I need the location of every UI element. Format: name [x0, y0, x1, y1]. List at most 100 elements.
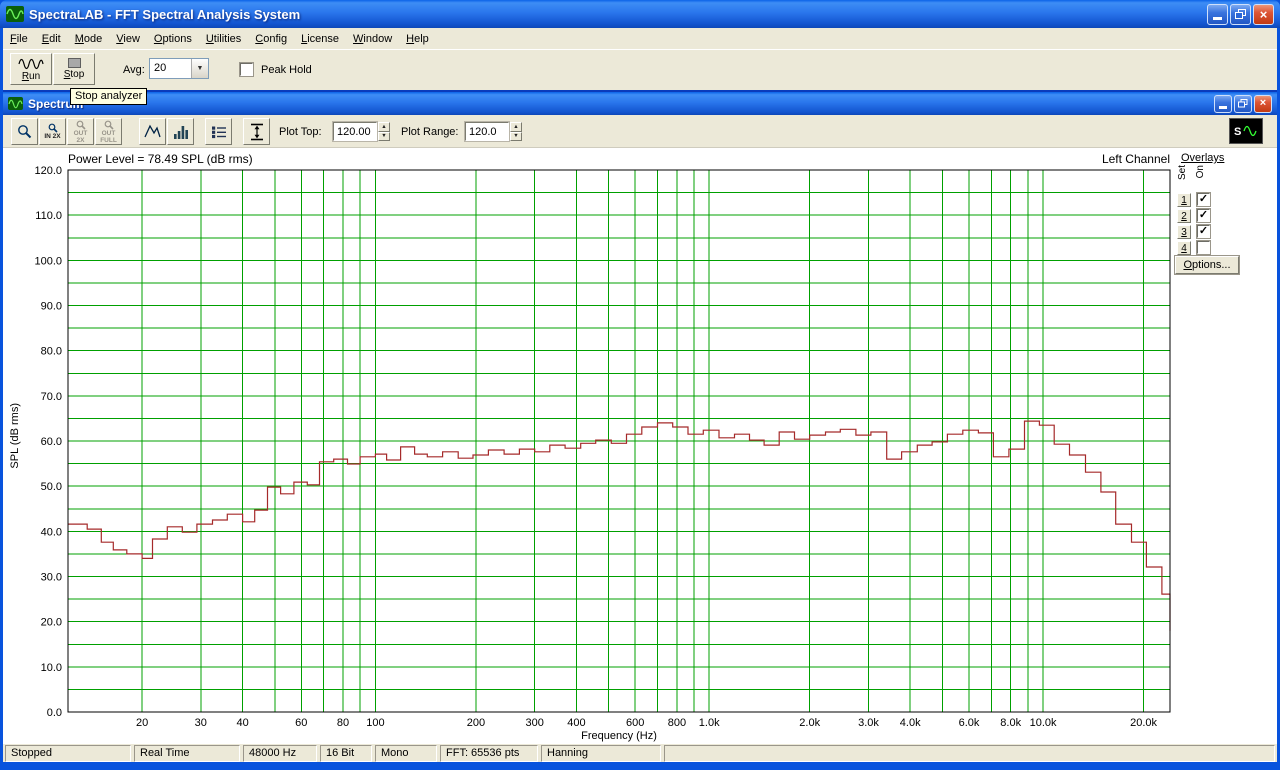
window-title: SpectraLAB - FFT Spectral Analysis Syste…	[29, 6, 301, 22]
line-plot-icon	[144, 124, 161, 138]
overlay-row-2: 2 ✓	[1177, 208, 1211, 223]
line-plot-button[interactable]	[139, 118, 166, 145]
spectrum-minimize-button[interactable]	[1214, 94, 1232, 113]
status-mode: Real Time	[134, 745, 240, 762]
dropdown-arrow-icon[interactable]: ▼	[191, 59, 208, 78]
overlay-set-1-button[interactable]: 1	[1177, 192, 1191, 207]
status-fft-size: FFT: 65536 pts	[440, 745, 538, 762]
svg-text:4.0k: 4.0k	[900, 717, 921, 729]
spectrum-window-controls: ×	[1214, 94, 1272, 113]
overlay-set-2-button[interactable]: 2	[1177, 208, 1191, 223]
overlay-set-4-button[interactable]: 4	[1177, 240, 1191, 255]
menu-edit[interactable]: Edit	[35, 30, 68, 48]
overlay-on-3-checkbox[interactable]: ✓	[1196, 224, 1211, 239]
overlay-on-1-checkbox[interactable]: ✓	[1196, 192, 1211, 207]
svg-text:40: 40	[236, 717, 248, 729]
svg-text:20.0k: 20.0k	[1130, 717, 1157, 729]
signal-source-button[interactable]: S	[1229, 118, 1263, 144]
run-button[interactable]: Run	[10, 53, 52, 85]
menu-license[interactable]: License	[294, 30, 346, 48]
avg-value: 20	[154, 62, 167, 74]
bar-plot-button[interactable]	[167, 118, 194, 145]
display-list-icon	[211, 126, 226, 138]
overlay-row-4: 4	[1177, 240, 1211, 255]
y-axis-title: SPL (dB rms)	[9, 403, 21, 469]
svg-text:800: 800	[668, 717, 686, 729]
magnifier-full-icon	[104, 120, 114, 130]
spectrum-plot[interactable]: 0.0 10.0 20.0 30.0 40.0 50.0 60.0 70.0 80.0 90.0 1…	[3, 150, 1277, 746]
magnifier-in-icon	[48, 123, 58, 133]
restore-button[interactable]	[1230, 3, 1251, 25]
zoom-out-full-button[interactable]: OUT FULL	[95, 118, 122, 145]
overlay-on-4-checkbox[interactable]	[1196, 240, 1211, 255]
plot-top-up-icon[interactable]: ▲	[378, 122, 390, 132]
plot-top-input[interactable]: 120.00	[332, 121, 378, 142]
svg-text:80: 80	[337, 717, 349, 729]
window-controls: ×	[1207, 3, 1274, 25]
svg-text:0.0: 0.0	[47, 707, 62, 719]
peak-hold-checkbox[interactable]	[239, 62, 254, 77]
spectrum-close-button[interactable]: ×	[1254, 94, 1272, 113]
svg-text:200: 200	[467, 717, 485, 729]
run-label: Run	[21, 70, 41, 82]
svg-text:20: 20	[136, 717, 148, 729]
menu-mode[interactable]: Mode	[68, 30, 110, 48]
restore-icon	[1238, 99, 1248, 108]
spectrum-titlebar[interactable]: Spectrum ×	[3, 92, 1277, 115]
magnifier-out-icon	[76, 120, 86, 130]
status-bit-depth: 16 Bit	[320, 745, 372, 762]
fit-vertical-button[interactable]	[243, 118, 270, 145]
overlays-set-header: Set	[1177, 165, 1188, 181]
client-area: File Edit Mode View Options Utilities Co…	[3, 28, 1277, 762]
svg-text:20.0: 20.0	[41, 617, 62, 629]
plot-top-label: Plot Top:	[279, 126, 322, 138]
menu-view[interactable]: View	[109, 30, 147, 48]
bar-plot-icon	[173, 125, 188, 139]
zoom-in-2x-label: IN 2X	[44, 133, 61, 140]
stop-label: Stop	[63, 69, 85, 80]
spectrum-window: Spectrum × IN 2X OUT 2X OUT FULL Plot To…	[3, 90, 1277, 746]
zoom-out-2x-button[interactable]: OUT 2X	[67, 118, 94, 145]
plot-range-input[interactable]: 120.0	[464, 121, 510, 142]
plot-range-spinner: 120.0 ▲ ▼	[464, 121, 522, 142]
svg-text:10.0k: 10.0k	[1030, 717, 1057, 729]
titlebar[interactable]: SpectraLAB - FFT Spectral Analysis Syste…	[0, 0, 1280, 28]
spectrum-restore-button[interactable]	[1234, 94, 1252, 113]
statusbar: Stopped Real Time 48000 Hz 16 Bit Mono F…	[3, 744, 1277, 762]
zoom-cursor-button[interactable]	[11, 118, 38, 145]
svg-text:Frequency (Hz): Frequency (Hz)	[581, 730, 657, 742]
stop-icon	[67, 58, 81, 68]
menu-options[interactable]: Options	[147, 30, 199, 48]
close-button[interactable]: ×	[1253, 3, 1274, 25]
stop-button[interactable]: Stop	[53, 53, 95, 85]
fit-vertical-icon	[250, 123, 263, 140]
menu-file[interactable]: File	[3, 30, 35, 48]
svg-text:70.0: 70.0	[41, 391, 62, 403]
menu-help[interactable]: Help	[399, 30, 436, 48]
svg-text:600: 600	[626, 717, 644, 729]
svg-text:8.0k: 8.0k	[1000, 717, 1021, 729]
plot-top-spinner: 120.00 ▲ ▼	[332, 121, 390, 142]
menu-config[interactable]: Config	[248, 30, 294, 48]
svg-text:90.0: 90.0	[41, 301, 62, 313]
signal-source-icon: S	[1230, 119, 1262, 143]
overlays-options-button[interactable]: Options...	[1174, 255, 1240, 275]
overlay-set-3-button[interactable]: 3	[1177, 224, 1191, 239]
plot-top-down-icon[interactable]: ▼	[378, 131, 390, 141]
menu-utilities[interactable]: Utilities	[199, 30, 248, 48]
plot-range-up-icon[interactable]: ▲	[510, 122, 522, 132]
menubar: File Edit Mode View Options Utilities Co…	[3, 28, 1277, 50]
svg-text:60.0: 60.0	[41, 436, 62, 448]
overlay-on-2-checkbox[interactable]: ✓	[1196, 208, 1211, 223]
plot-range-down-icon[interactable]: ▼	[510, 131, 522, 141]
svg-text:10.0: 10.0	[41, 662, 62, 674]
spectrum-window-icon	[8, 97, 23, 110]
zoom-in-2x-button[interactable]: IN 2X	[39, 118, 66, 145]
minimize-button[interactable]	[1207, 3, 1228, 25]
zoom-out-full-label: OUT FULL	[100, 129, 117, 144]
menu-window[interactable]: Window	[346, 30, 399, 48]
display-options-button[interactable]	[205, 118, 232, 145]
avg-dropdown[interactable]: 20 ▼	[149, 58, 209, 79]
svg-text:400: 400	[567, 717, 585, 729]
plot-range-label: Plot Range:	[401, 126, 459, 138]
